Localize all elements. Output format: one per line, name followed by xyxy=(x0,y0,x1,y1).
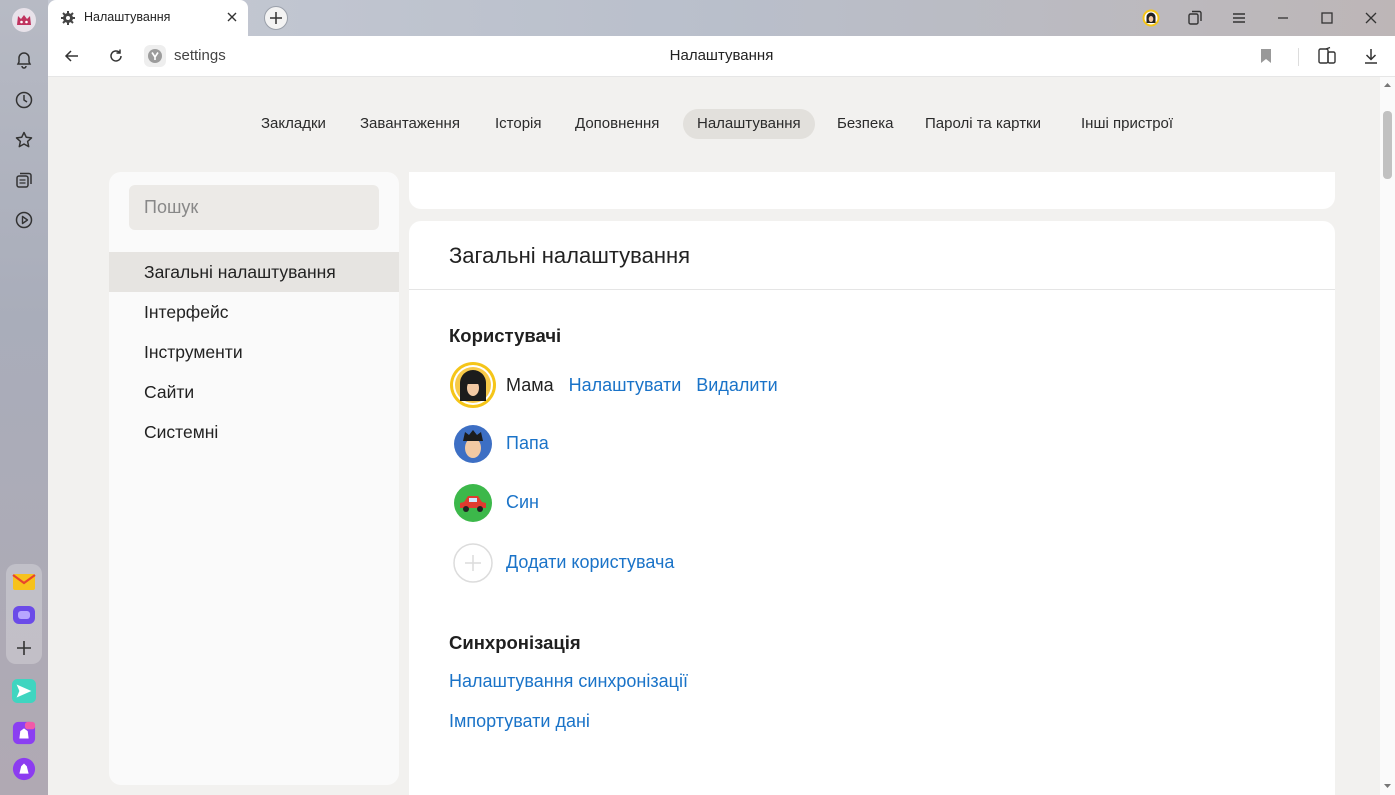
bookmark-icon[interactable] xyxy=(1256,46,1276,66)
sidebar-item-tools[interactable]: Інструменти xyxy=(109,332,399,372)
browser-logo-icon[interactable] xyxy=(144,45,166,67)
close-icon[interactable] xyxy=(224,9,240,25)
star-icon[interactable] xyxy=(12,128,36,152)
clock-icon[interactable] xyxy=(12,88,36,112)
sidebar-item-general[interactable]: Загальні налаштування xyxy=(109,252,399,292)
search-input[interactable] xyxy=(129,185,379,230)
previous-card-bottom xyxy=(409,172,1335,209)
delete-user-link[interactable]: Видалити xyxy=(696,375,777,396)
send-icon[interactable] xyxy=(12,679,36,703)
window-close-icon[interactable] xyxy=(1361,8,1381,28)
user-row-son: Син xyxy=(449,477,539,527)
user-link-papa[interactable]: Папа xyxy=(506,433,549,454)
tab-extensions[interactable]: Доповнення xyxy=(561,109,673,139)
avatar[interactable] xyxy=(449,419,497,467)
minimize-icon[interactable] xyxy=(1273,8,1293,28)
messenger-icon[interactable] xyxy=(12,603,36,627)
divider xyxy=(409,289,1335,290)
settings-sidebar: Загальні налаштування Інтерфейс Інструме… xyxy=(109,172,399,785)
user-link-son[interactable]: Син xyxy=(506,492,539,513)
maximize-icon[interactable] xyxy=(1317,8,1337,28)
scroll-up-icon[interactable] xyxy=(1383,81,1392,90)
section-title: Загальні налаштування xyxy=(449,243,691,268)
scrollbar-thumb[interactable] xyxy=(1383,111,1392,179)
scroll-down-icon[interactable] xyxy=(1383,781,1392,790)
reload-icon[interactable] xyxy=(106,46,126,66)
configure-user-link[interactable]: Налаштувати xyxy=(569,375,682,396)
toolbar-separator xyxy=(1298,48,1299,66)
settings-page: Закладки Завантаження Історія Доповнення… xyxy=(48,77,1380,795)
avatar[interactable] xyxy=(449,361,497,409)
user-avatar-icon xyxy=(454,425,492,463)
mail-icon[interactable] xyxy=(12,570,36,594)
alice-icon[interactable] xyxy=(12,757,36,781)
general-settings-card: Загальні налаштування Користувачі Мама Н… xyxy=(409,221,1335,795)
users-heading: Користувачі xyxy=(449,325,562,346)
disk-icon[interactable] xyxy=(12,721,36,745)
sidebar-item-sites[interactable]: Сайти xyxy=(109,372,399,412)
tab-other-devices[interactable]: Інші пристрої xyxy=(1067,109,1187,139)
tab-downloads[interactable]: Завантаження xyxy=(346,109,474,139)
user-avatar-icon xyxy=(450,362,496,408)
sync-heading: Синхронізація xyxy=(449,632,581,653)
avatar[interactable] xyxy=(449,478,497,526)
tab-strip: Налаштування xyxy=(48,0,1395,36)
profile-mini-icon[interactable] xyxy=(1141,8,1161,28)
tab-history[interactable]: Історія xyxy=(481,109,556,139)
browser-sidebar xyxy=(0,0,48,795)
page-scrollbar[interactable] xyxy=(1380,77,1395,795)
download-icon[interactable] xyxy=(1361,46,1381,66)
car-avatar-icon xyxy=(454,484,492,522)
import-data-link[interactable]: Імпортувати дані xyxy=(449,711,590,732)
menu-icon[interactable] xyxy=(1229,8,1249,28)
play-icon[interactable] xyxy=(12,208,36,232)
user-row-papa: Папа xyxy=(449,418,549,468)
back-arrow-icon[interactable] xyxy=(62,46,82,66)
tab-settings-nav[interactable]: Налаштування xyxy=(683,109,815,139)
tab-settings[interactable]: Налаштування xyxy=(48,0,248,36)
sync-settings-link[interactable]: Налаштування синхронізації xyxy=(449,671,688,692)
user-name: Мама xyxy=(506,374,554,395)
profile-avatar-icon[interactable] xyxy=(12,8,36,32)
collections-icon[interactable] xyxy=(12,168,36,192)
sidebar-item-interface[interactable]: Інтерфейс xyxy=(109,292,399,332)
sidebar-item-system[interactable]: Системні xyxy=(109,412,399,452)
user-row-mama: Мама Налаштувати Видалити xyxy=(449,360,778,410)
bell-icon[interactable] xyxy=(12,48,36,72)
extensions-icon[interactable] xyxy=(1317,46,1337,66)
gear-icon xyxy=(60,10,76,26)
tab-title: Налаштування xyxy=(84,10,171,24)
url-text[interactable]: settings xyxy=(174,47,226,64)
plus-icon xyxy=(270,12,282,24)
tab-security[interactable]: Безпека xyxy=(823,109,907,139)
add-icon[interactable] xyxy=(12,636,36,660)
page-title: Налаштування xyxy=(669,47,774,64)
address-bar-row: settings Налаштування xyxy=(48,36,1395,77)
new-tab-button[interactable] xyxy=(264,6,288,30)
settings-top-nav: Закладки Завантаження Історія Доповнення… xyxy=(48,109,1380,141)
tabs-collection-icon[interactable] xyxy=(1185,8,1205,28)
tab-bookmarks[interactable]: Закладки xyxy=(247,109,340,139)
add-user-icon[interactable] xyxy=(449,538,497,586)
add-user-button[interactable]: Додати користувача xyxy=(506,552,674,573)
tab-passwords-cards[interactable]: Паролі та картки xyxy=(911,109,1055,139)
add-user-row[interactable]: Додати користувача xyxy=(449,537,674,587)
